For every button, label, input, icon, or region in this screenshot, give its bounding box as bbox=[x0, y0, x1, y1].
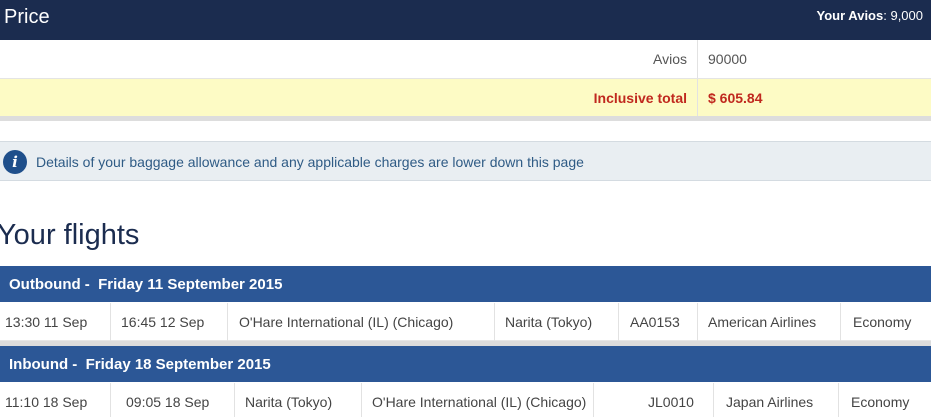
inclusive-total-label: Inclusive total bbox=[593, 90, 687, 106]
outbound-label: Outbound - Friday 11 September 2015 bbox=[9, 276, 283, 293]
price-bottom-border bbox=[0, 116, 931, 121]
depart-time: 13:30 11 Sep bbox=[5, 314, 88, 330]
inclusive-total-value: $ 605.84 bbox=[708, 90, 763, 106]
flight-number: AA0153 bbox=[630, 314, 680, 330]
origin-airport: O'Hare International (IL) (Chicago) bbox=[239, 314, 454, 330]
arrive-time: 09:05 18 Sep bbox=[126, 394, 210, 410]
baggage-info-box: i Details of your baggage allowance and … bbox=[0, 141, 931, 181]
cell-divider bbox=[361, 383, 362, 417]
cell-divider bbox=[697, 303, 698, 341]
outbound-header: Outbound - Friday 11 September 2015 bbox=[0, 266, 931, 302]
inclusive-total-row: Inclusive total $ 605.84 bbox=[0, 79, 931, 116]
destination-airport: O'Hare International (IL) (Chicago) bbox=[372, 394, 587, 410]
cell-divider bbox=[713, 383, 714, 417]
destination-airport: Narita (Tokyo) bbox=[505, 314, 593, 330]
flight-row-inbound: 11:10 18 Sep 09:05 18 Sep Narita (Tokyo)… bbox=[0, 383, 931, 417]
flight-row-outbound: 13:30 11 Sep 16:45 12 Sep O'Hare Interna… bbox=[0, 303, 931, 341]
baggage-info-text: Details of your baggage allowance and an… bbox=[36, 154, 584, 170]
your-flights-heading: Your flights bbox=[0, 219, 140, 251]
price-divider bbox=[697, 40, 698, 78]
your-avios-value: : 9,000 bbox=[883, 8, 923, 23]
cabin-class: Economy bbox=[853, 314, 912, 330]
cell-divider bbox=[227, 303, 228, 341]
cell-divider bbox=[234, 383, 235, 417]
cell-divider bbox=[494, 303, 495, 341]
depart-time: 11:10 18 Sep bbox=[5, 394, 88, 410]
info-icon: i bbox=[3, 150, 27, 174]
avios-row: Avios 90000 bbox=[0, 40, 931, 79]
airline: Japan Airlines bbox=[726, 394, 814, 410]
airline: American Airlines bbox=[708, 314, 817, 330]
price-header: Price Your Avios: 9,000 bbox=[0, 0, 931, 40]
cabin-class: Economy bbox=[851, 394, 910, 410]
price-divider bbox=[697, 79, 698, 116]
avios-label: Avios bbox=[653, 51, 687, 67]
origin-airport: Narita (Tokyo) bbox=[245, 394, 333, 410]
flight-number: JL0010 bbox=[648, 394, 694, 410]
cell-divider bbox=[840, 303, 841, 341]
arrive-time: 16:45 12 Sep bbox=[121, 314, 205, 330]
inbound-header: Inbound - Friday 18 September 2015 bbox=[0, 346, 931, 382]
cell-divider bbox=[593, 383, 594, 417]
cell-divider bbox=[110, 383, 111, 417]
your-avios-label: Your Avios bbox=[816, 8, 884, 23]
cell-divider bbox=[838, 383, 839, 417]
inbound-label: Inbound - Friday 18 September 2015 bbox=[9, 356, 271, 373]
avios-value: 90000 bbox=[708, 51, 747, 67]
cell-divider bbox=[110, 303, 111, 341]
price-title: Price bbox=[4, 6, 50, 28]
your-avios-balance: Your Avios: 9,000 bbox=[817, 8, 923, 23]
cell-divider bbox=[618, 303, 619, 341]
